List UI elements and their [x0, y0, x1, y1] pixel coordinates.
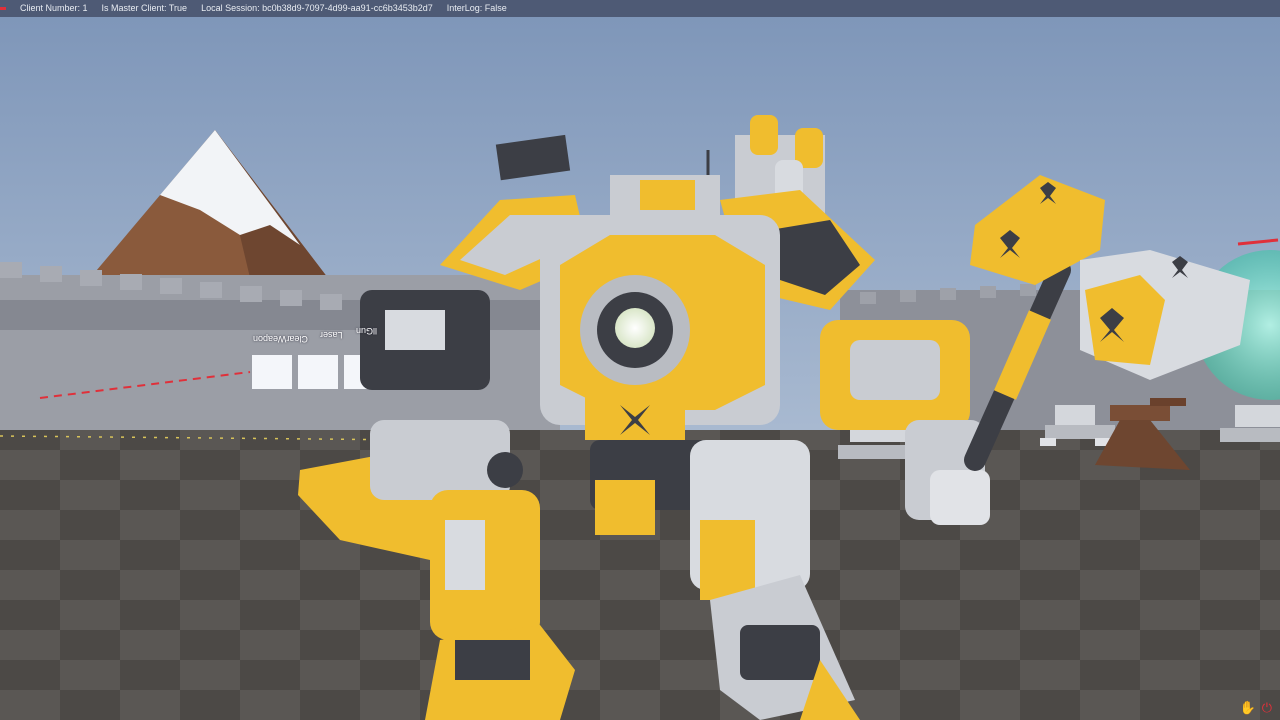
local-session-text: Local Session: bc0b38d9-7097-4d99-aa91-c… — [201, 3, 433, 13]
weapon-sign-label-laser: Laser — [320, 330, 343, 340]
game-viewport[interactable] — [0, 0, 1280, 720]
debug-marker — [0, 7, 6, 10]
weapon-sign-panels[interactable] — [252, 355, 378, 389]
debug-status-bar: Client Number: 1 Is Master Client: True … — [0, 0, 1280, 17]
hand-icon[interactable]: ✋ — [1240, 700, 1256, 716]
interlog-text: InterLog: False — [446, 3, 507, 13]
weapon-sign-label-gun: llGun — [356, 326, 378, 336]
weapon-sign-label-clearweapon: ClearWeapon — [253, 334, 308, 344]
master-client-text: Is Master Client: True — [101, 3, 188, 13]
power-icon[interactable]: ⏻ — [1262, 700, 1272, 716]
client-number-text: Client Number: 1 — [20, 3, 88, 13]
chest-core-light — [615, 308, 655, 348]
hud-icons: ✋ ⏻ — [1240, 700, 1272, 716]
